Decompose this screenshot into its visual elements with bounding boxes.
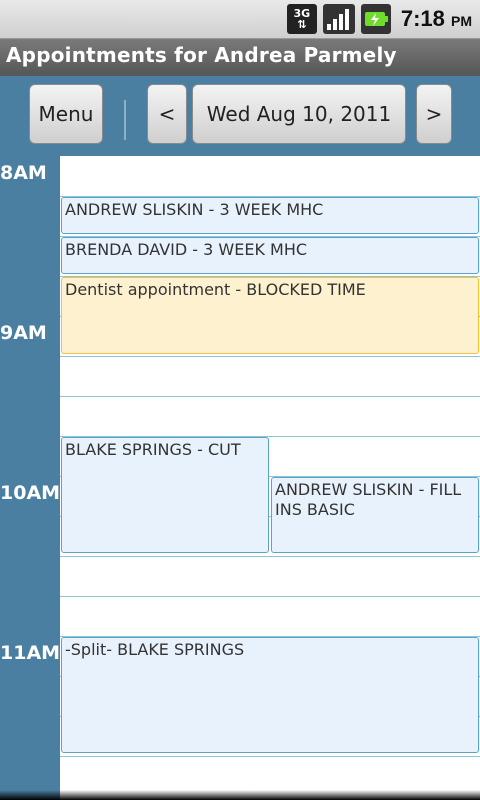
blocked-time-block[interactable]: Dentist appointment - BLOCKED TIME [61,277,479,354]
title-bar: Appointments for Andrea Parmely [0,38,480,76]
date-button[interactable]: Wed Aug 10, 2011 [192,84,406,144]
appointment-block[interactable]: BRENDA DAVID - 3 WEEK MHC [61,237,479,274]
hour-label-11am: 11AM [0,642,61,664]
slot-divider [60,396,480,397]
3g-icon: 3G ⇅ [286,4,317,34]
signal-icon [322,4,355,34]
data-arrows: ⇅ [297,18,307,31]
page-title: Appointments for Andrea Parmely [6,43,397,67]
slot-divider [60,556,480,557]
bottom-edge-shadow [0,790,480,800]
hour-label-10am: 10AM [0,482,61,504]
battery-charging-icon [360,4,391,34]
status-bar: 3G ⇅ 7:18 PM [0,0,480,38]
slot-divider [60,756,480,757]
clock-ampm: PM [451,13,472,29]
appointment-block[interactable]: ANDREW SLISKIN - FILL INS BASIC [271,477,479,553]
hour-label-8am: 8AM [0,162,47,184]
appointment-block[interactable]: -Split- BLAKE SPRINGS [61,637,479,753]
toolbar-divider [124,100,126,140]
menu-button[interactable]: Menu [29,84,103,144]
clock-time: 7:18 [400,6,445,31]
next-day-button[interactable]: > [416,84,452,144]
slot-divider [60,596,480,597]
slot-divider [60,356,480,357]
previous-day-button[interactable]: < [147,84,187,144]
appointment-block[interactable]: ANDREW SLISKIN - 3 WEEK MHC [61,197,479,234]
appointment-block[interactable]: BLAKE SPRINGS - CUT [61,437,269,553]
toolbar: Menu < Wed Aug 10, 2011 > [0,76,480,156]
hour-label-9am: 9AM [0,322,47,344]
schedule-view[interactable]: 8AM 9AM 10AM 11AM ANDREW SLISKIN - 3 WEE… [0,156,480,800]
clock: 7:18 PM [401,6,472,32]
status-icons: 3G ⇅ 7:18 PM [286,3,472,35]
